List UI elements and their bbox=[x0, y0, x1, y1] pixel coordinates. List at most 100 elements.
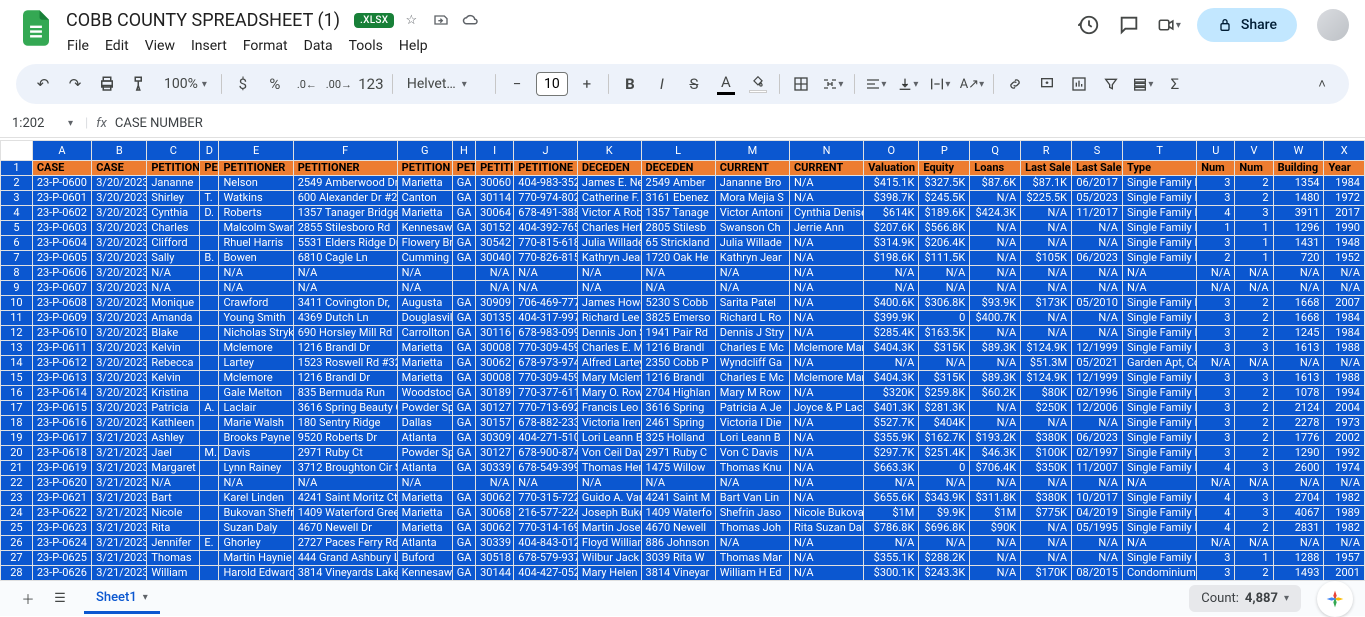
cell[interactable]: 600 Alexander Dr #20 bbox=[293, 191, 397, 206]
cell[interactable]: 1613 bbox=[1273, 341, 1324, 356]
cell[interactable]: Joseph Bukc bbox=[577, 506, 641, 521]
cell[interactable]: Single Family Re bbox=[1122, 371, 1196, 386]
cell[interactable]: Margaret bbox=[147, 461, 200, 476]
cell[interactable]: 3 bbox=[1197, 296, 1235, 311]
cell[interactable]: N/A bbox=[1021, 536, 1072, 551]
header-cell[interactable]: PETITIO bbox=[476, 161, 514, 176]
cell[interactable]: 1972 bbox=[1324, 191, 1365, 206]
cell[interactable]: 23-P-0624 bbox=[32, 536, 91, 551]
cell[interactable]: N/A bbox=[789, 356, 863, 371]
cell[interactable]: 06/2023 bbox=[1072, 251, 1123, 266]
cell[interactable]: GA bbox=[452, 176, 475, 191]
cell[interactable]: 11/2007 bbox=[1072, 461, 1123, 476]
cell[interactable]: Marietta bbox=[397, 491, 452, 506]
row-header[interactable]: 28 bbox=[1, 566, 33, 581]
cell[interactable]: 23-P-0625 bbox=[32, 551, 91, 566]
cell[interactable]: Canton bbox=[397, 191, 452, 206]
col-header[interactable]: V bbox=[1235, 141, 1273, 161]
cell[interactable]: N/A bbox=[715, 476, 789, 491]
cell[interactable]: Single Family Re bbox=[1122, 506, 1196, 521]
cell[interactable]: 1982 bbox=[1324, 521, 1365, 536]
cell[interactable]: Julia Willade bbox=[715, 236, 789, 251]
cell[interactable]: William H Ed bbox=[715, 566, 789, 581]
cell[interactable]: Victoria Irene bbox=[577, 416, 641, 431]
cell[interactable]: 325 Holland bbox=[641, 431, 715, 446]
cell[interactable]: $315K bbox=[919, 371, 970, 386]
cell[interactable]: 1776 bbox=[1273, 431, 1324, 446]
cell[interactable]: N/A bbox=[219, 266, 293, 281]
cell[interactable]: 1948 bbox=[1324, 236, 1365, 251]
cell[interactable]: 23-P-0609 bbox=[32, 311, 91, 326]
cell[interactable]: 08/2015 bbox=[1072, 566, 1123, 581]
cell[interactable]: 10/2017 bbox=[1072, 491, 1123, 506]
col-header[interactable]: A bbox=[32, 141, 91, 161]
row-header[interactable]: 3 bbox=[1, 191, 33, 206]
cell[interactable]: 04/2019 bbox=[1072, 506, 1123, 521]
cell[interactable]: N/A bbox=[1122, 281, 1196, 296]
cell[interactable]: N/A bbox=[789, 251, 863, 266]
cell[interactable]: N/A bbox=[789, 176, 863, 191]
cell[interactable]: Wilbur Jack bbox=[577, 551, 641, 566]
cell[interactable]: 3 bbox=[1197, 386, 1235, 401]
cell[interactable]: Laclair bbox=[219, 401, 293, 416]
cell[interactable]: $655.6K bbox=[864, 491, 919, 506]
cell[interactable]: Kristina bbox=[147, 386, 200, 401]
cell[interactable]: 3712 Broughton Cir SE bbox=[293, 461, 397, 476]
cell[interactable]: N/A bbox=[397, 266, 452, 281]
cell[interactable]: $401.3K bbox=[864, 401, 919, 416]
cell[interactable]: N/A bbox=[1122, 536, 1196, 551]
row-header[interactable]: 7 bbox=[1, 251, 33, 266]
cell[interactable]: Patricia A Je bbox=[715, 401, 789, 416]
cell[interactable]: 5531 Elders Ridge Dr bbox=[293, 236, 397, 251]
cell[interactable]: N/A bbox=[476, 281, 514, 296]
cell[interactable]: D. bbox=[200, 206, 219, 221]
cell[interactable]: 30116 bbox=[476, 326, 514, 341]
cloud-icon[interactable] bbox=[462, 11, 480, 29]
cell[interactable]: $251.4K bbox=[919, 446, 970, 461]
cell[interactable]: N/A bbox=[789, 386, 863, 401]
col-header[interactable]: G bbox=[397, 141, 452, 161]
row-header[interactable]: 1 bbox=[1, 161, 33, 176]
menu-edit[interactable]: Edit bbox=[98, 34, 136, 58]
cell[interactable]: 3/20/2023 bbox=[92, 296, 147, 311]
cell[interactable] bbox=[200, 461, 219, 476]
header-cell[interactable]: Valuation bbox=[864, 161, 919, 176]
cell[interactable]: $380K bbox=[1021, 431, 1072, 446]
cell[interactable]: Jananne bbox=[147, 176, 200, 191]
cell[interactable] bbox=[200, 551, 219, 566]
cell[interactable]: 2002 bbox=[1324, 431, 1365, 446]
cell[interactable]: 3/20/2023 bbox=[92, 206, 147, 221]
move-icon[interactable] bbox=[432, 11, 450, 29]
cell[interactable]: $527.7K bbox=[864, 416, 919, 431]
cell[interactable]: 3/20/2023 bbox=[92, 311, 147, 326]
cell[interactable]: 3 bbox=[1197, 341, 1235, 356]
wrap-button[interactable]: ▾ bbox=[925, 69, 955, 99]
cell[interactable]: N/A bbox=[476, 476, 514, 491]
cell[interactable] bbox=[200, 371, 219, 386]
cell[interactable]: 1994 bbox=[1324, 386, 1365, 401]
valign-button[interactable]: ▾ bbox=[893, 69, 923, 99]
cell[interactable]: 678-983-099 bbox=[514, 326, 578, 341]
cell[interactable]: Nicholas Stryke bbox=[219, 326, 293, 341]
cell[interactable]: $87.6K bbox=[970, 176, 1021, 191]
cell[interactable]: N/A bbox=[1235, 266, 1273, 281]
insert-comment-button[interactable] bbox=[1032, 69, 1062, 99]
cell[interactable]: GA bbox=[452, 326, 475, 341]
cell[interactable]: Single Family Re bbox=[1122, 446, 1196, 461]
menu-tools[interactable]: Tools bbox=[342, 34, 390, 58]
cell[interactable]: N/A bbox=[1072, 326, 1123, 341]
cell[interactable]: 3/21/2023 bbox=[92, 491, 147, 506]
cell[interactable]: Kennesaw bbox=[397, 566, 452, 581]
cell[interactable]: 30127 bbox=[476, 446, 514, 461]
name-box[interactable]: 1:202 bbox=[8, 116, 68, 131]
cell[interactable]: N/A bbox=[1324, 536, 1365, 551]
cell[interactable]: Mary Helen E bbox=[577, 566, 641, 581]
cell[interactable]: 770-826-815 bbox=[514, 251, 578, 266]
meet-icon[interactable]: ▾ bbox=[1157, 13, 1181, 37]
cell[interactable]: N/A bbox=[970, 251, 1021, 266]
cell[interactable] bbox=[452, 266, 475, 281]
cell[interactable]: Powder Spri bbox=[397, 446, 452, 461]
cell[interactable]: N/A bbox=[1273, 476, 1324, 491]
cell[interactable]: 30008 bbox=[476, 371, 514, 386]
cell[interactable]: 2 bbox=[1235, 431, 1273, 446]
